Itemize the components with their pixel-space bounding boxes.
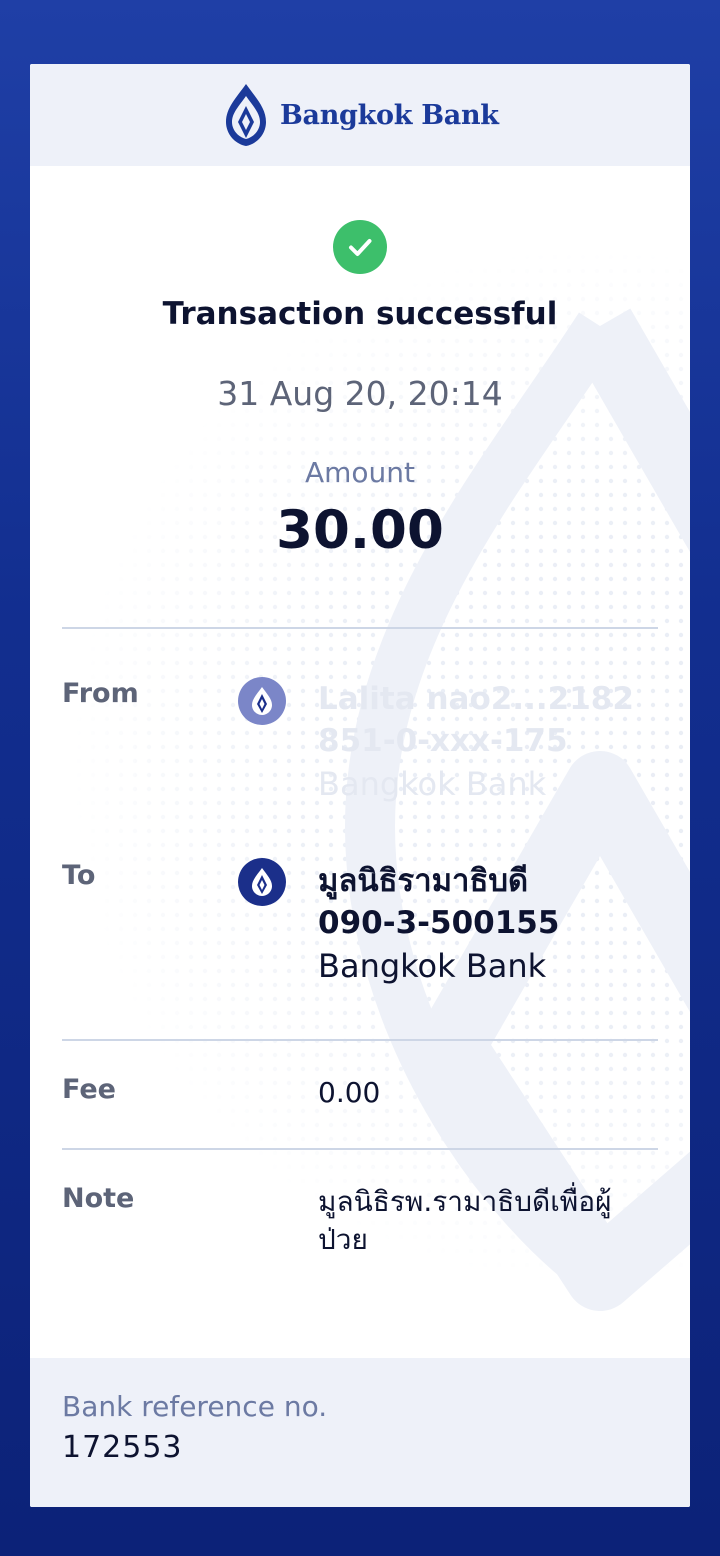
amount-label: Amount (304, 456, 416, 489)
receipt-header: Bangkok Bank (30, 64, 690, 166)
divider (62, 1039, 658, 1041)
fee-value: 0.00 (318, 1076, 381, 1109)
fee-label: Fee (62, 1074, 116, 1105)
success-check-icon (333, 220, 387, 274)
to-account: มูลนิธิรามาธิบดี 090-3-500155 Bangkok Ba… (318, 860, 658, 988)
reference-footer: Bank reference no. 172553 (30, 1358, 690, 1507)
from-bank-name: Bangkok Bank (318, 765, 547, 803)
from-account: Lalita nao2...2182 851-0-xxx-175 Bangkok… (318, 678, 658, 806)
amount-value: 30.00 (276, 500, 444, 561)
to-account-name: มูลนิธิรามาธิบดี (318, 863, 529, 899)
to-bank-logo-icon (238, 858, 286, 906)
to-label: To (62, 860, 96, 891)
from-account-name: Lalita nao2...2182 (318, 681, 634, 717)
from-label: From (62, 678, 139, 709)
transaction-datetime: 31 Aug 20, 20:14 (217, 374, 503, 413)
receipt-card: Bangkok Bank Transaction successful 31 A… (30, 64, 690, 1507)
transaction-status: Transaction successful (162, 296, 558, 332)
divider (62, 627, 658, 629)
note-label: Note (62, 1183, 135, 1214)
to-bank-name: Bangkok Bank (318, 947, 547, 985)
reference-label: Bank reference no. (62, 1390, 328, 1423)
bangkok-bank-logo-icon (222, 82, 270, 148)
note-value: มูลนิธิรพ.รามาธิบดีเพื่อผู้ป่วย (318, 1185, 612, 1256)
divider (62, 1148, 658, 1150)
to-account-number: 090-3-500155 (318, 905, 560, 941)
from-account-number: 851-0-xxx-175 (318, 723, 568, 759)
brand-name: Bangkok Bank (280, 99, 499, 131)
reference-number: 172553 (62, 1430, 183, 1465)
brand-logo: Bangkok Bank (222, 82, 499, 148)
from-bank-logo-icon (238, 677, 286, 725)
